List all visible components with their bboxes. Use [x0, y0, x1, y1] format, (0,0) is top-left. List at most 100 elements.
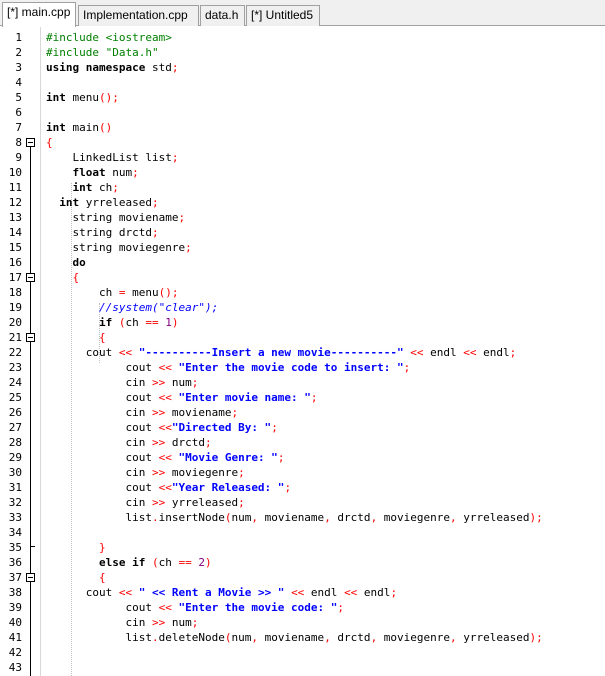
code-token: >> — [151, 436, 166, 449]
code-token: ; — [178, 211, 186, 224]
code-line[interactable]: cout <<"Year Released: "; — [46, 480, 291, 495]
code-line[interactable]: if (ch == 1) — [46, 315, 179, 330]
code-line[interactable]: using namespace std; — [46, 60, 178, 75]
code-line[interactable]: string moviegenre; — [46, 240, 191, 255]
code-line[interactable]: { — [46, 135, 53, 150]
code-line[interactable]: cin >> drctd; — [46, 435, 212, 450]
code-line[interactable]: { — [46, 570, 106, 585]
code-line[interactable]: { — [46, 270, 80, 285]
code-line[interactable]: } — [46, 540, 106, 555]
line-number: 39 — [8, 601, 22, 614]
code-token: moviename — [257, 631, 325, 644]
code-token: . — [151, 511, 159, 524]
code-line[interactable]: ch = menu(); — [46, 285, 179, 300]
tab-main-cpp[interactable]: [*] main.cpp — [2, 2, 76, 27]
code-token: == — [178, 556, 192, 569]
code-token: == — [145, 316, 159, 329]
code-line[interactable]: cin >> num; — [46, 615, 198, 630]
code-line[interactable]: cout << " << Rent a Movie >> " << endl <… — [46, 585, 397, 600]
code-line[interactable]: string drctd; — [46, 225, 158, 240]
code-line[interactable]: int yrreleased; — [46, 195, 158, 210]
code-line[interactable]: cin >> moviename; — [46, 405, 238, 420]
fold-toggle-icon[interactable] — [26, 138, 35, 147]
fold-toggle-icon[interactable] — [26, 333, 35, 342]
code-token: ; — [204, 436, 212, 449]
code-token: cin — [46, 496, 152, 509]
code-token: , — [450, 631, 457, 644]
code-token: } — [98, 541, 106, 554]
fold-toggle-icon[interactable] — [26, 573, 35, 582]
code-token: std — [145, 61, 172, 74]
code-line[interactable]: cin >> yrreleased; — [46, 495, 244, 510]
code-token: ; — [390, 586, 398, 599]
code-token: ) — [204, 556, 212, 569]
code-line[interactable]: else if (ch == 2) — [46, 555, 212, 570]
code-line[interactable]: LinkedList list; — [46, 150, 178, 165]
code-token: LinkedList list — [46, 151, 172, 164]
code-token: num — [231, 631, 252, 644]
code-token: //system("clear"); — [46, 301, 219, 314]
gutter-divider — [40, 26, 41, 676]
code-token: moviename — [165, 406, 232, 419]
code-line[interactable]: int main() — [46, 120, 112, 135]
code-token: , — [324, 631, 331, 644]
line-number: 41 — [8, 631, 22, 644]
code-token: (); — [99, 91, 119, 104]
code-token: << — [158, 451, 172, 464]
code-line[interactable]: cout << "Enter the movie code: "; — [46, 600, 344, 615]
code-token: cin — [46, 616, 152, 629]
code-line[interactable]: cout << "----------Insert a new movie---… — [46, 345, 517, 360]
code-token: "Year Released: " — [171, 481, 285, 494]
code-line[interactable]: cout << "Movie Genre: "; — [46, 450, 284, 465]
code-token: int — [46, 181, 93, 194]
tab-data-h[interactable]: data.h — [200, 5, 245, 26]
line-number: 28 — [8, 436, 22, 449]
code-line[interactable]: int ch; — [46, 180, 118, 195]
code-token: { — [72, 271, 80, 284]
code-line[interactable]: float num; — [46, 165, 138, 180]
code-line[interactable]: cin >> num; — [46, 375, 198, 390]
code-line[interactable]: //system("clear"); — [46, 300, 218, 315]
code-token: << — [410, 346, 424, 359]
tab-bar: [*] main.cpp Implementation.cpp data.h [… — [0, 0, 605, 27]
line-number: 40 — [8, 616, 22, 629]
fold-toggle-icon[interactable] — [26, 273, 35, 282]
line-number: 43 — [8, 661, 22, 674]
code-token: num — [165, 616, 192, 629]
code-line[interactable]: cout << "Enter movie name: "; — [46, 390, 317, 405]
code-token: endl — [476, 346, 510, 359]
code-editor[interactable]: 1 2 3 4 5 6 7 8 9 10 11 12 13 14 15 16 17 18 19 20 21 22 23 24 2… — [0, 26, 605, 676]
code-line[interactable]: list.insertNode(num, moviename, drctd, m… — [46, 510, 542, 525]
code-token: cout — [46, 346, 119, 359]
code-line[interactable]: list.deleteNode(num, moviename, drctd, m… — [46, 630, 542, 645]
code-token: ; — [171, 151, 179, 164]
code-token: string drctd — [46, 226, 152, 239]
code-line[interactable]: cout << "Enter the movie code to insert:… — [46, 360, 410, 375]
code-line[interactable]: cin >> moviegenre; — [46, 465, 244, 480]
code-token: drctd — [330, 631, 371, 644]
line-number: 23 — [8, 361, 22, 374]
tab-untitled5[interactable]: [*] Untitled5 — [246, 5, 320, 26]
code-line[interactable]: #include <iostream> — [46, 30, 172, 45]
code-token: string moviegenre — [46, 241, 186, 254]
tab-implementation-cpp[interactable]: Implementation.cpp — [78, 5, 199, 26]
code-token: ch — [125, 316, 146, 329]
code-token: { — [98, 331, 106, 344]
code-line[interactable]: #include "Data.h" — [46, 45, 159, 60]
code-line[interactable]: do — [46, 255, 85, 270]
code-line[interactable]: int menu(); — [46, 90, 119, 105]
code-token: , — [324, 511, 331, 524]
code-line[interactable]: { — [46, 330, 106, 345]
code-token: >> — [151, 466, 166, 479]
code-token: ; — [403, 361, 411, 374]
code-token: if — [46, 316, 113, 329]
code-token: yrreleased — [456, 511, 530, 524]
code-token: 1 — [165, 316, 172, 329]
code-token: "Enter the movie code: " — [178, 601, 338, 614]
code-token: ; — [171, 61, 179, 74]
code-line[interactable]: string moviename; — [46, 210, 185, 225]
code-line[interactable]: cout <<"Directed By: "; — [46, 420, 277, 435]
line-number: 6 — [15, 106, 22, 119]
code-token: , — [251, 631, 258, 644]
code-token: cout — [46, 451, 159, 464]
